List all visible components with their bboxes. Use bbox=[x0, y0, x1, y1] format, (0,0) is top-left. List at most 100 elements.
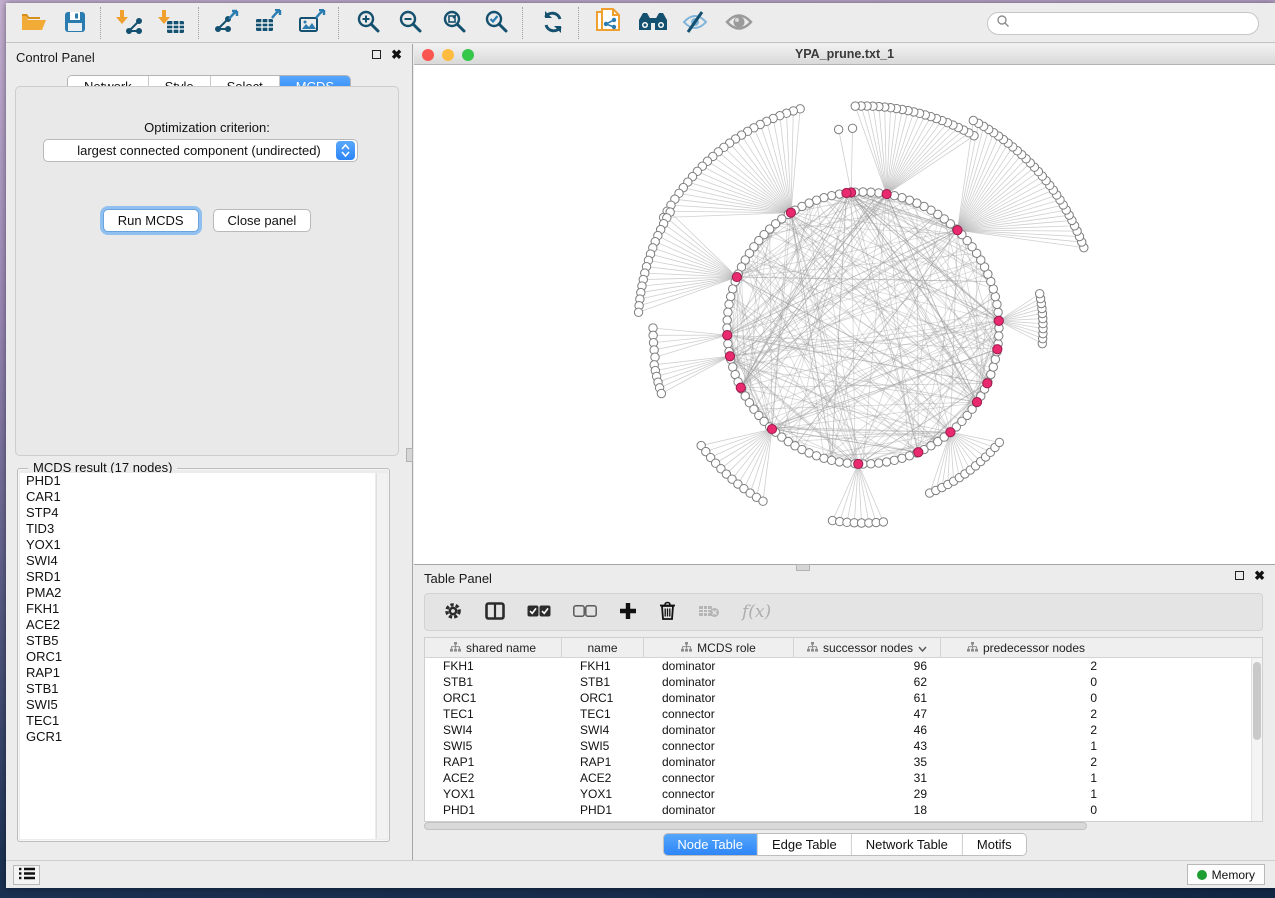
cell-shared-name[interactable]: ACE2 bbox=[425, 771, 562, 785]
cell-MCDS-role[interactable]: dominator bbox=[644, 675, 794, 689]
mcds-result-item[interactable]: STP4 bbox=[20, 505, 375, 521]
cell-predecessor-nodes[interactable]: 0 bbox=[941, 803, 1111, 817]
mcds-result-item[interactable]: FKH1 bbox=[20, 601, 375, 617]
mcds-result-list[interactable]: PHD1CAR1STP4TID3YOX1SWI4SRD1PMA2FKH1ACE2… bbox=[20, 473, 375, 839]
cell-MCDS-role[interactable]: connector bbox=[644, 739, 794, 753]
table-vertical-scrollbar[interactable] bbox=[1251, 658, 1262, 821]
cell-successor-nodes[interactable]: 47 bbox=[794, 707, 941, 721]
mcds-result-item[interactable]: STB5 bbox=[20, 633, 375, 649]
cell-name[interactable]: STB1 bbox=[562, 675, 644, 689]
cell-MCDS-role[interactable]: dominator bbox=[644, 723, 794, 737]
float-table-panel-icon[interactable] bbox=[1235, 571, 1244, 580]
table-row[interactable]: STB1STB1dominator620 bbox=[425, 674, 1262, 690]
mcds-result-item[interactable]: GCR1 bbox=[20, 729, 375, 745]
run-mcds-button[interactable]: Run MCDS bbox=[103, 209, 199, 232]
cell-predecessor-nodes[interactable]: 0 bbox=[941, 675, 1111, 689]
mcds-result-item[interactable]: TID3 bbox=[20, 521, 375, 537]
column-header-MCDS-role[interactable]: MCDS role bbox=[644, 638, 794, 657]
new-network-from-selection-button[interactable] bbox=[590, 5, 628, 41]
cell-shared-name[interactable]: SWI5 bbox=[425, 739, 562, 753]
cell-predecessor-nodes[interactable]: 1 bbox=[941, 771, 1111, 785]
mcds-result-item[interactable]: YOX1 bbox=[20, 537, 375, 553]
import-table-button[interactable] bbox=[152, 5, 190, 41]
cell-shared-name[interactable]: TEC1 bbox=[425, 707, 562, 721]
table-row[interactable]: ACE2ACE2connector311 bbox=[425, 770, 1262, 786]
close-panel-icon[interactable]: ✖ bbox=[391, 50, 402, 59]
cell-successor-nodes[interactable]: 31 bbox=[794, 771, 941, 785]
export-network-button[interactable] bbox=[208, 5, 246, 41]
zoom-out-button[interactable] bbox=[392, 5, 430, 41]
delete-button[interactable] bbox=[659, 601, 676, 623]
save-session-button[interactable] bbox=[56, 5, 94, 41]
cell-predecessor-nodes[interactable]: 2 bbox=[941, 707, 1111, 721]
mcds-result-item[interactable]: TEC1 bbox=[20, 713, 375, 729]
memory-button[interactable]: Memory bbox=[1187, 864, 1265, 885]
cell-name[interactable]: TEC1 bbox=[562, 707, 644, 721]
cell-MCDS-role[interactable]: dominator bbox=[644, 803, 794, 817]
column-header-shared-name[interactable]: shared name bbox=[425, 638, 562, 657]
cell-name[interactable]: YOX1 bbox=[562, 787, 644, 801]
cell-shared-name[interactable]: SWI4 bbox=[425, 723, 562, 737]
cell-MCDS-role[interactable]: dominator bbox=[644, 755, 794, 769]
export-image-button[interactable] bbox=[294, 5, 332, 41]
zoom-in-button[interactable] bbox=[350, 5, 388, 41]
cell-MCDS-role[interactable]: dominator bbox=[644, 659, 794, 673]
deselect-all-button[interactable] bbox=[573, 605, 597, 620]
cell-successor-nodes[interactable]: 61 bbox=[794, 691, 941, 705]
table-row[interactable]: TEC1TEC1connector472 bbox=[425, 706, 1262, 722]
mcds-result-item[interactable]: SWI5 bbox=[20, 697, 375, 713]
cell-name[interactable]: RAP1 bbox=[562, 755, 644, 769]
cell-successor-nodes[interactable]: 96 bbox=[794, 659, 941, 673]
table-settings-button[interactable] bbox=[443, 601, 463, 624]
cell-MCDS-role[interactable]: connector bbox=[644, 771, 794, 785]
cell-name[interactable]: FKH1 bbox=[562, 659, 644, 673]
criterion-dropdown[interactable]: largest connected component (undirected) bbox=[43, 139, 358, 162]
table-horizontal-scrollbar[interactable] bbox=[424, 822, 1263, 830]
cell-predecessor-nodes[interactable]: 2 bbox=[941, 723, 1111, 737]
cell-name[interactable]: SWI4 bbox=[562, 723, 644, 737]
cell-name[interactable]: ORC1 bbox=[562, 691, 644, 705]
mcds-list-scrollbar[interactable] bbox=[376, 473, 387, 839]
cell-predecessor-nodes[interactable]: 2 bbox=[941, 659, 1111, 673]
delete-table-button[interactable] bbox=[698, 604, 720, 621]
mcds-result-item[interactable]: ORC1 bbox=[20, 649, 375, 665]
zoom-fit-button[interactable] bbox=[436, 5, 474, 41]
tab-network-table[interactable]: Network Table bbox=[852, 834, 963, 855]
close-table-panel-icon[interactable]: ✖ bbox=[1254, 571, 1265, 580]
cell-predecessor-nodes[interactable]: 1 bbox=[941, 739, 1111, 753]
mcds-result-item[interactable]: PHD1 bbox=[20, 473, 375, 489]
mcds-result-item[interactable]: CAR1 bbox=[20, 489, 375, 505]
cell-successor-nodes[interactable]: 29 bbox=[794, 787, 941, 801]
column-header-predecessor-nodes[interactable]: predecessor nodes bbox=[941, 638, 1111, 657]
tab-edge-table[interactable]: Edge Table bbox=[758, 834, 852, 855]
cell-shared-name[interactable]: RAP1 bbox=[425, 755, 562, 769]
cell-name[interactable]: ACE2 bbox=[562, 771, 644, 785]
tab-node-table[interactable]: Node Table bbox=[663, 834, 758, 855]
cell-name[interactable]: PHD1 bbox=[562, 803, 644, 817]
first-neighbors-button[interactable] bbox=[634, 5, 672, 41]
cell-shared-name[interactable]: PHD1 bbox=[425, 803, 562, 817]
show-columns-button[interactable] bbox=[485, 602, 505, 623]
zoom-selected-button[interactable] bbox=[478, 5, 516, 41]
cell-successor-nodes[interactable]: 35 bbox=[794, 755, 941, 769]
refresh-view-button[interactable] bbox=[534, 5, 572, 41]
close-panel-button[interactable]: Close panel bbox=[213, 209, 312, 232]
cell-successor-nodes[interactable]: 46 bbox=[794, 723, 941, 737]
mcds-result-item[interactable]: PMA2 bbox=[20, 585, 375, 601]
automation-panel-button[interactable] bbox=[13, 865, 40, 885]
cell-name[interactable]: SWI5 bbox=[562, 739, 644, 753]
mcds-result-item[interactable]: SRD1 bbox=[20, 569, 375, 585]
add-button[interactable] bbox=[619, 602, 637, 623]
mcds-result-item[interactable]: STB1 bbox=[20, 681, 375, 697]
cell-shared-name[interactable]: YOX1 bbox=[425, 787, 562, 801]
hide-selected-button[interactable] bbox=[676, 5, 714, 41]
cell-predecessor-nodes[interactable]: 0 bbox=[941, 691, 1111, 705]
float-panel-icon[interactable] bbox=[372, 50, 381, 59]
cell-successor-nodes[interactable]: 18 bbox=[794, 803, 941, 817]
table-row[interactable]: RAP1RAP1dominator352 bbox=[425, 754, 1262, 770]
search-input[interactable] bbox=[1010, 15, 1258, 33]
cell-shared-name[interactable]: ORC1 bbox=[425, 691, 562, 705]
import-network-button[interactable] bbox=[110, 5, 148, 41]
table-row[interactable]: SWI4SWI4dominator462 bbox=[425, 722, 1262, 738]
function-builder-icon[interactable]: f(x) bbox=[742, 602, 771, 622]
